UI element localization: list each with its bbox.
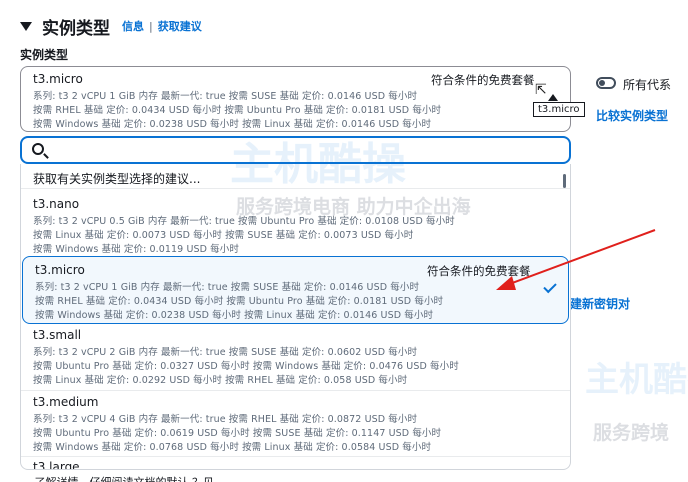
option-name: t3.micro bbox=[35, 263, 85, 277]
section-header: 实例类型 信息 | 获取建议 bbox=[20, 14, 202, 39]
option-t3-medium[interactable]: t3.medium 系列: t3 2 vCPU 4 GiB 内存 最新一代: t… bbox=[21, 390, 570, 456]
option-t3-micro[interactable]: t3.micro 符合条件的免费套餐 系列: t3 2 vCPU 1 GiB 内… bbox=[22, 256, 569, 324]
search-icon bbox=[32, 143, 44, 155]
option-t3-nano[interactable]: t3.nano 系列: t3 2 vCPU 0.5 GiB 内存 最新一代: t… bbox=[21, 188, 570, 255]
watermark-brand-right: 主机酷操 bbox=[585, 360, 688, 400]
option-line: 系列: t3 2 vCPU 2 GiB 内存 最新一代: true 按需 SUS… bbox=[33, 347, 418, 358]
option-name: t3.small bbox=[33, 328, 82, 342]
selected-line-1: 系列: t3 2 vCPU 1 GiB 内存 最新一代: true 按需 SUS… bbox=[33, 91, 418, 102]
all-generations-label: 所有代系 bbox=[623, 78, 672, 92]
instance-search[interactable] bbox=[20, 136, 571, 164]
option-name: t3.large bbox=[33, 460, 80, 470]
tooltip: t3.micro bbox=[533, 102, 585, 117]
instance-type-label: 实例类型 bbox=[20, 48, 69, 62]
create-key-pair-link[interactable]: 建新密钥对 bbox=[570, 295, 630, 312]
free-tier-tag: 符合条件的免费套餐 bbox=[431, 73, 535, 87]
option-name: t3.medium bbox=[33, 395, 99, 409]
selected-line-2: 按需 RHEL 基础 定价: 0.0434 USD 每小时 按需 Ubuntu … bbox=[33, 105, 442, 116]
check-icon bbox=[543, 279, 557, 294]
option-line: 按需 Windows 基础 定价: 0.0119 USD 每小时 bbox=[33, 244, 239, 255]
mouse-cursor-icon: ⇱ bbox=[535, 82, 547, 98]
option-t3-large[interactable]: t3.large bbox=[21, 456, 570, 470]
compare-instance-types-link[interactable]: 比较实例类型 bbox=[596, 107, 668, 124]
option-line: 按需 Ubuntu Pro 基础 定价: 0.0619 USD 每小时 按需 S… bbox=[33, 428, 442, 439]
all-generations-toggle[interactable] bbox=[596, 77, 616, 89]
option-line: 按需 Ubuntu Pro 基础 定价: 0.0327 USD 每小时 按需 W… bbox=[33, 361, 459, 372]
bottom-cut-text: — 了解详情，仔细阅读文档的默认 ？见 bbox=[20, 474, 214, 482]
link-separator: | bbox=[149, 19, 153, 33]
collapse-caret-icon[interactable] bbox=[20, 21, 32, 31]
selected-line-3: 按需 Windows 基础 定价: 0.0238 USD 每小时 按需 Linu… bbox=[33, 119, 432, 130]
instance-type-select[interactable]: t3.micro 符合条件的免费套餐 系列: t3 2 vCPU 1 GiB 内… bbox=[20, 66, 571, 132]
info-link[interactable]: 信息 bbox=[122, 18, 144, 34]
watermark-slogan-right: 服务跨境 bbox=[593, 422, 670, 444]
option-line: 按需 Linux 基础 定价: 0.0073 USD 每小时 按需 SUSE 基… bbox=[33, 230, 414, 241]
option-name: t3.nano bbox=[33, 197, 80, 211]
option-t3-small[interactable]: t3.small 系列: t3 2 vCPU 2 GiB 内存 最新一代: tr… bbox=[21, 326, 570, 392]
option-line: 按需 Linux 基础 定价: 0.0292 USD 每小时 按需 RHEL 基… bbox=[33, 375, 408, 386]
instance-type-dropdown: 获取有关实例类型选择的建议... t3.nano 系列: t3 2 vCPU 0… bbox=[20, 164, 571, 470]
selected-instance-name: t3.micro bbox=[33, 72, 83, 86]
option-line: 按需 Windows 基础 定价: 0.0238 USD 每小时 按需 Linu… bbox=[35, 310, 434, 321]
option-line: 系列: t3 2 vCPU 1 GiB 内存 最新一代: true 按需 SUS… bbox=[35, 282, 420, 293]
option-line: 系列: t3 2 vCPU 4 GiB 内存 最新一代: true 按需 RHE… bbox=[33, 414, 418, 425]
get-advice-link[interactable]: 获取建议 bbox=[158, 18, 202, 34]
option-line: 按需 RHEL 基础 定价: 0.0434 USD 每小时 按需 Ubuntu … bbox=[35, 296, 444, 307]
scrollbar[interactable] bbox=[563, 174, 566, 188]
section-title: 实例类型 bbox=[42, 18, 110, 39]
get-suggestions-option[interactable]: 获取有关实例类型选择的建议... bbox=[33, 170, 200, 187]
option-line: 系列: t3 2 vCPU 0.5 GiB 内存 最新一代: true 按需 U… bbox=[33, 216, 455, 227]
option-line: 按需 Windows 基础 定价: 0.0768 USD 每小时 按需 Linu… bbox=[33, 442, 432, 453]
select-caret-up-icon bbox=[548, 94, 558, 101]
free-tier-tag: 符合条件的免费套餐 bbox=[427, 264, 531, 278]
search-input[interactable] bbox=[54, 140, 559, 160]
